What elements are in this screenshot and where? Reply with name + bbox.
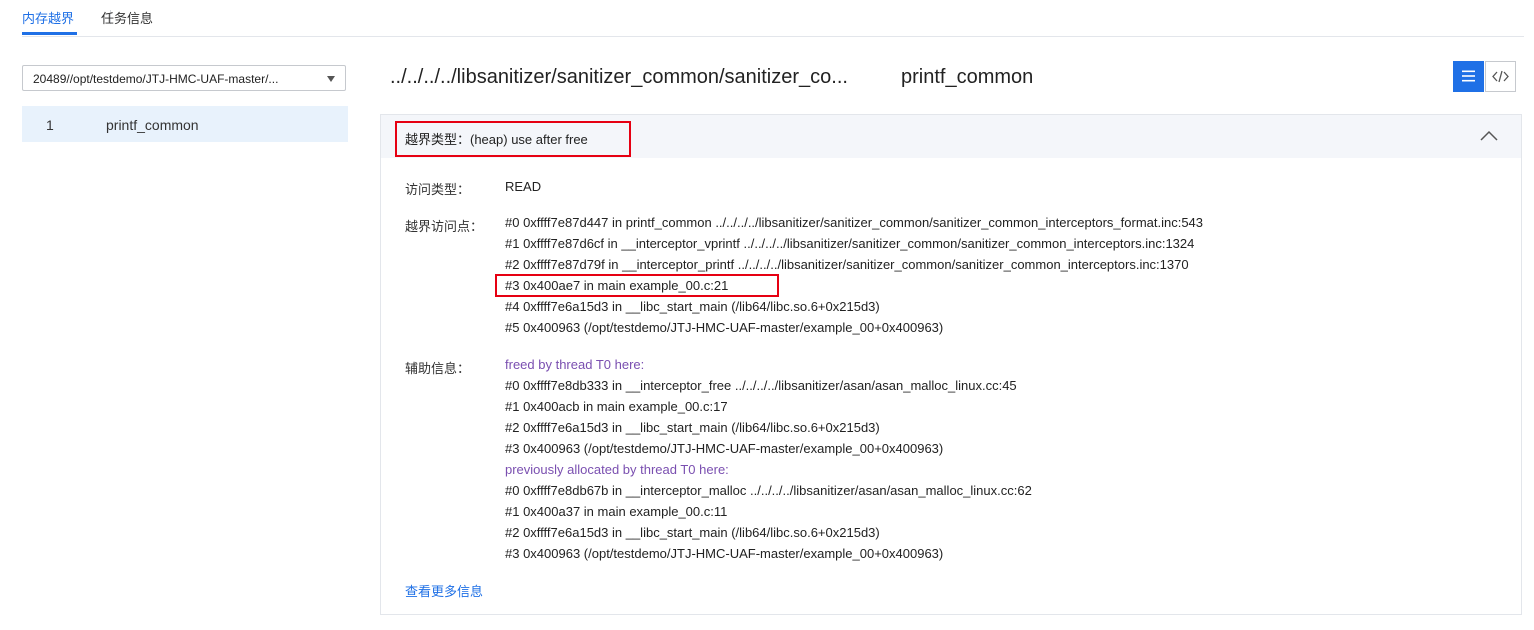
stack-frame: #2 0xffff7e6a15d3 in __libc_start_main (… (505, 420, 880, 435)
caret-down-icon (327, 76, 335, 82)
aux-info-label: 辅助信息： (405, 361, 471, 376)
access-type-label: 访问类型： (405, 182, 471, 197)
overflow-detail-panel: 越界类型：(heap) use after free 访问类型： READ 越界… (380, 114, 1522, 615)
access-type-value: READ (505, 179, 542, 194)
stack-frame: #1 0x400a37 in main example_00.c:11 (505, 504, 728, 519)
stack-frame: #0 0xffff7e87d447 in printf_common ../..… (505, 215, 1204, 230)
tab-memory-overflow[interactable]: 内存越界 (22, 8, 74, 27)
function-list-item-name: printf_common (106, 117, 199, 133)
overflow-type-highlight (395, 121, 631, 157)
function-list-item-index: 1 (46, 117, 54, 133)
stack-frame: #3 0x400963 (/opt/testdemo/JTJ-HMC-UAF-m… (505, 546, 944, 561)
stack-frame: #0 0xffff7e8db67b in __interceptor_mallo… (505, 483, 1032, 498)
stack-frame: #0 0xffff7e8db333 in __interceptor_free … (505, 378, 1017, 393)
stack-frame: #2 0xffff7e87d79f in __interceptor_print… (505, 257, 1189, 272)
stack-frame: #1 0x400acb in main example_00.c:17 (505, 399, 728, 414)
process-select-value: 20489//opt/testdemo/JTJ-HMC-UAF-master/.… (33, 72, 279, 86)
stack-frame-highlight (495, 274, 779, 297)
aux-heading: previously allocated by thread T0 here: (505, 462, 729, 477)
function-title: printf_common (901, 66, 1034, 88)
aux-heading: freed by thread T0 here: (505, 357, 645, 372)
source-file-path: ../../../../libsanitizer/sanitizer_commo… (390, 66, 848, 88)
stack-frame: #2 0xffff7e6a15d3 in __libc_start_main (… (505, 525, 880, 540)
stack-frame: #5 0x400963 (/opt/testdemo/JTJ-HMC-UAF-m… (505, 320, 944, 335)
list-view-icon (1462, 70, 1475, 82)
tab-task-info[interactable]: 任务信息 (101, 8, 153, 27)
process-select[interactable]: 20489//opt/testdemo/JTJ-HMC-UAF-master/.… (22, 65, 346, 91)
view-more-info-link[interactable]: 查看更多信息 (405, 581, 483, 600)
stack-frame: #4 0xffff7e6a15d3 in __libc_start_main (… (505, 299, 880, 314)
access-point-label: 越界访问点： (405, 219, 484, 234)
active-tab-indicator (22, 32, 77, 35)
code-view-button[interactable] (1485, 61, 1516, 92)
list-view-button[interactable] (1453, 61, 1484, 92)
chevron-up-icon[interactable] (1479, 130, 1499, 142)
stack-frame: #1 0xffff7e87d6cf in __interceptor_vprin… (505, 236, 1195, 251)
stack-frame: #3 0x400963 (/opt/testdemo/JTJ-HMC-UAF-m… (505, 441, 944, 456)
tab-bar: 内存越界 任务信息 (22, 0, 1524, 37)
code-view-icon (1492, 70, 1509, 83)
function-list-item[interactable]: 1 printf_common (22, 106, 348, 142)
